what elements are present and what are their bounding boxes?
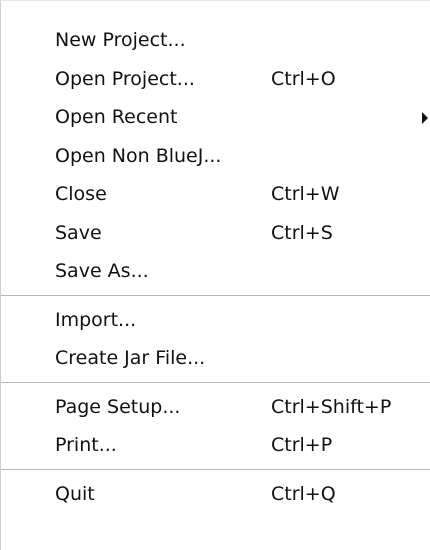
menu-item-label: Open Project... xyxy=(55,67,195,90)
menu-item-open-project[interactable]: Open Project... Ctrl+O xyxy=(1,60,430,99)
file-menu: New Project... Open Project... Ctrl+O Op… xyxy=(0,0,430,550)
menu-top-padding xyxy=(1,1,430,21)
menu-item-quit[interactable]: Quit Ctrl+Q xyxy=(1,475,430,514)
menu-item-shortcut: Ctrl+Q xyxy=(271,482,336,505)
menu-item-shortcut: Ctrl+O xyxy=(271,67,336,90)
menu-separator xyxy=(1,294,430,297)
menu-item-label: Page Setup... xyxy=(55,395,181,418)
menu-item-close[interactable]: Close Ctrl+W xyxy=(1,175,430,214)
menu-item-label: Open Recent xyxy=(55,106,178,128)
menu-item-page-setup[interactable]: Page Setup... Ctrl+Shift+P xyxy=(1,388,430,427)
menu-separator xyxy=(1,381,430,384)
menu-item-save[interactable]: Save Ctrl+S xyxy=(1,214,430,253)
menu-item-label: Quit xyxy=(55,482,95,505)
menu-item-import[interactable]: Import... xyxy=(1,301,430,340)
menu-item-open-recent[interactable]: Open Recent xyxy=(1,98,430,137)
menu-separator xyxy=(1,468,430,471)
menu-item-label: Save xyxy=(55,221,102,244)
menu-item-print[interactable]: Print... Ctrl+P xyxy=(1,426,430,465)
menu-item-label: Create Jar File... xyxy=(55,347,206,369)
menu-item-label: Import... xyxy=(55,308,137,331)
menu-item-shortcut: Ctrl+Shift+P xyxy=(271,395,392,418)
menu-item-label: Close xyxy=(55,183,107,205)
menu-item-shortcut: Ctrl+W xyxy=(271,183,340,205)
menu-item-label: Save As... xyxy=(55,260,149,282)
menu-item-shortcut: Ctrl+P xyxy=(271,434,333,456)
menu-item-label: Print... xyxy=(55,434,117,456)
menu-item-create-jar-file[interactable]: Create Jar File... xyxy=(1,339,430,378)
menu-item-label: New Project... xyxy=(55,29,186,51)
menu-item-save-as[interactable]: Save As... xyxy=(1,252,430,291)
menu-item-label: Open Non BlueJ... xyxy=(55,144,222,167)
menu-item-open-non-bluej[interactable]: Open Non BlueJ... xyxy=(1,137,430,176)
menu-item-new-project[interactable]: New Project... xyxy=(1,21,430,60)
menu-item-shortcut: Ctrl+S xyxy=(271,221,333,244)
submenu-arrow-icon xyxy=(422,112,428,124)
